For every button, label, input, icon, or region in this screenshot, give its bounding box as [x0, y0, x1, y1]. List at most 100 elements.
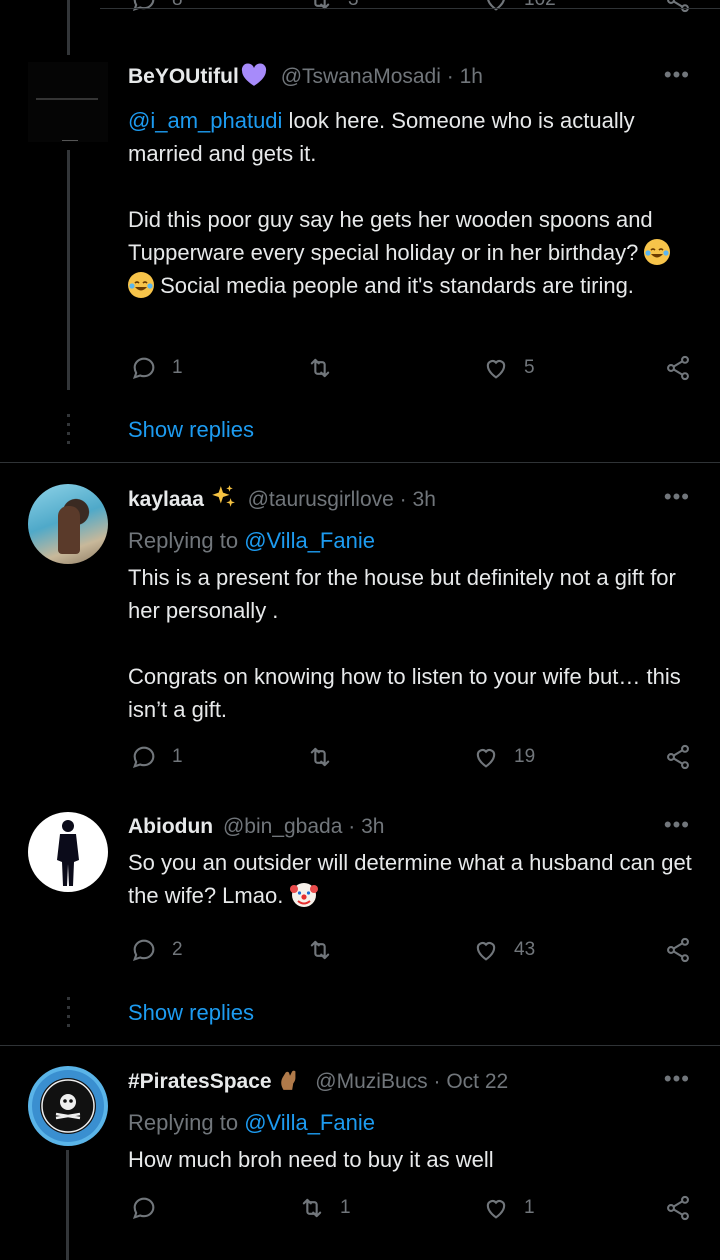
replying-to-link[interactable]: @Villa_Fanie: [244, 528, 375, 553]
tweet3-actions: 2 43: [128, 934, 700, 966]
retweet-action[interactable]: [306, 352, 348, 384]
retweet-icon: [314, 0, 330, 10]
show-replies-link[interactable]: Show replies: [128, 417, 254, 443]
pinching-hand-icon: [277, 1066, 303, 1101]
retweet-icon: [302, 1198, 322, 1218]
reply-action[interactable]: [130, 1192, 172, 1224]
mention-link[interactable]: @i_am_phatudi: [128, 108, 282, 133]
share-action[interactable]: [664, 934, 692, 966]
display-name[interactable]: kaylaaa: [128, 488, 204, 511]
tweet-header: BeYOUtiful @TswanaMosadi · 1h: [128, 62, 700, 96]
reply-icon: [132, 939, 155, 962]
thread-line-top: [67, 0, 70, 55]
retweet-action[interactable]: [306, 741, 348, 773]
retweet-count: 1: [340, 1197, 351, 1218]
show-replies-link[interactable]: Show replies: [128, 1000, 254, 1026]
replying-prefix: Replying to: [128, 1110, 245, 1135]
reply-action[interactable]: 1: [130, 741, 183, 773]
more-options-icon[interactable]: •••: [664, 812, 690, 838]
share-icon: [667, 0, 689, 13]
retweet-count: 3: [348, 0, 359, 11]
share-icon: [667, 355, 689, 381]
more-options-icon[interactable]: •••: [664, 1066, 690, 1092]
replying-prefix: Replying to: [128, 528, 245, 553]
replying-to: Replying to @Villa_Fanie: [128, 1107, 700, 1139]
avatar-underline: [62, 140, 78, 141]
reply-icon: [132, 357, 155, 380]
divider-top: [100, 8, 720, 9]
display-name[interactable]: BeYOUtiful: [128, 65, 239, 88]
like-action[interactable]: 19: [472, 741, 535, 773]
tweet-beyoutiful[interactable]: BeYOUtiful @TswanaMosadi · 1h ••• @i_am_…: [0, 62, 720, 462]
avatar[interactable]: [28, 812, 108, 892]
separator-dot: ·: [446, 65, 454, 88]
share-action[interactable]: [664, 1192, 692, 1224]
heart-icon: [476, 749, 496, 768]
reply-action[interactable]: 1: [130, 352, 183, 384]
retweet-icon: [310, 358, 330, 378]
handle[interactable]: @TswanaMosadi: [281, 65, 441, 88]
share-icon: [667, 937, 689, 963]
tears-of-joy-emoji-icon: [128, 272, 154, 298]
replying-to: Replying to @Villa_Fanie: [128, 525, 700, 557]
timestamp[interactable]: Oct 22: [446, 1070, 508, 1093]
clown-face-icon: [289, 879, 319, 918]
tweet-text: This is a present for the house but defi…: [128, 565, 681, 722]
tweet-text-body: So you an outsider will determine what a…: [128, 850, 698, 908]
heart-icon: [486, 1200, 506, 1219]
reply-icon: [132, 0, 155, 12]
share-icon: [667, 1195, 689, 1221]
avatar-figure: [58, 506, 80, 554]
avatar[interactable]: [28, 1066, 108, 1146]
thread-ellipsis-2: [67, 997, 70, 1027]
retweet-action[interactable]: 1: [298, 1192, 351, 1224]
tweet-text-p2: Did this poor guy say he gets her wooden…: [128, 203, 700, 302]
handle[interactable]: @taurusgirllove: [248, 488, 394, 511]
tweet-header: #PiratesSpace @MuziBucs · Oct 22: [128, 1066, 700, 1101]
avatar-silhouette: [57, 820, 79, 886]
share-action[interactable]: [664, 741, 692, 773]
share-action[interactable]: [664, 352, 692, 384]
reply-action[interactable]: 2: [130, 934, 183, 966]
heart-icon: [487, 0, 505, 11]
like-action[interactable]: 43: [472, 934, 535, 966]
timestamp[interactable]: 3h: [413, 488, 436, 511]
tweet2-actions: 1 19: [128, 741, 700, 773]
sparkles-icon: [210, 484, 236, 519]
tweet1-actions: 1 5: [128, 352, 700, 384]
like-count: 19: [514, 746, 536, 767]
retweet-icon: [310, 940, 330, 960]
tweet-kaylaaa[interactable]: kaylaaa @taurusgirllove · 3h ••• Replyin…: [0, 484, 720, 784]
replying-to-link[interactable]: @Villa_Fanie: [244, 1110, 375, 1135]
tweet-text-p2b: Social media people and it's standards a…: [154, 273, 634, 298]
pirates-crest-icon: [32, 1070, 104, 1142]
tweet-header: Abiodun @bin_gbada · 3h: [128, 812, 700, 842]
retweet-icon: [310, 747, 330, 767]
share-icon: [667, 744, 689, 770]
tweet-text: So you an outsider will determine what a…: [128, 846, 700, 918]
handle[interactable]: @MuziBucs: [315, 1070, 427, 1093]
tweet-header: kaylaaa @taurusgirllove · 3h: [128, 484, 700, 519]
display-name[interactable]: #PiratesSpace: [128, 1070, 272, 1093]
timestamp[interactable]: 1h: [460, 65, 483, 88]
avatar[interactable]: [28, 484, 108, 564]
more-options-icon[interactable]: •••: [664, 484, 690, 510]
tweet-text: How much broh need to buy it as well: [128, 1147, 494, 1172]
purple-heart-icon: [241, 63, 267, 96]
retweet-action[interactable]: [306, 934, 348, 966]
like-action[interactable]: 5: [482, 352, 535, 384]
tweet-text: @i_am_phatudi look here. Someone who is …: [128, 104, 700, 170]
reply-count: 2: [172, 939, 183, 960]
reply-count: 1: [172, 357, 183, 378]
separator-dot: ·: [399, 488, 407, 511]
avatar[interactable]: [28, 62, 108, 142]
display-name[interactable]: Abiodun: [128, 815, 213, 838]
handle[interactable]: @bin_gbada: [223, 815, 342, 838]
tweet-text-p2a: Did this poor guy say he gets her wooden…: [128, 207, 659, 265]
separator-dot: ·: [433, 1070, 441, 1093]
tweet-piratesspace[interactable]: #PiratesSpace @MuziBucs · Oct 22 ••• Rep…: [0, 1066, 720, 1256]
like-action[interactable]: 1: [482, 1192, 535, 1224]
reply-count: 8: [172, 0, 183, 11]
timestamp[interactable]: 3h: [361, 815, 384, 838]
more-options-icon[interactable]: •••: [664, 62, 690, 88]
